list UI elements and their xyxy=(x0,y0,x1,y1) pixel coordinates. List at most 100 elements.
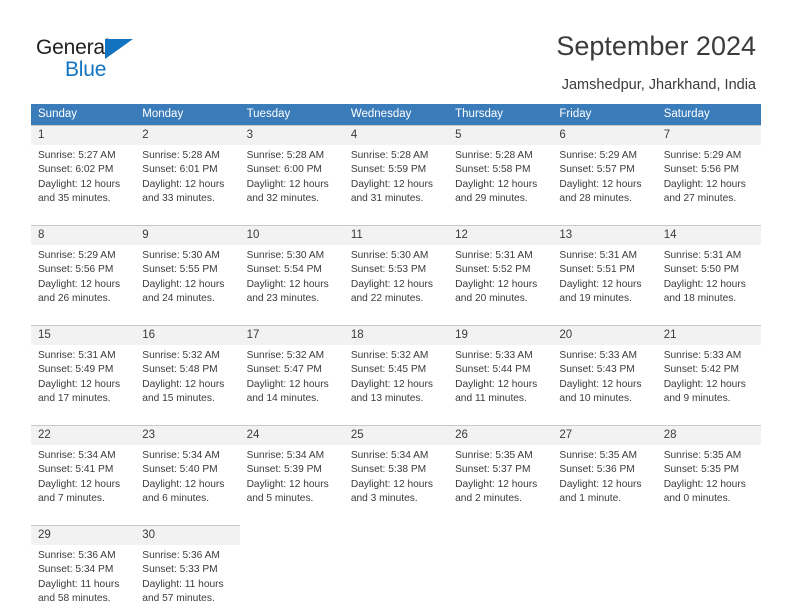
day-sunset-text: Sunset: 5:47 PM xyxy=(246,364,322,376)
day-daylight2-text: and 20 minutes. xyxy=(455,292,528,304)
logo-triangle-icon xyxy=(105,39,133,59)
calendar-day-cell[interactable]: 12 Sunrise: 5:31 AM Sunset: 5:52 PM Dayligh… xyxy=(448,225,553,315)
day-number: 29 xyxy=(31,526,136,545)
calendar-day-cell[interactable]: 1 Sunrise: 5:27 AM Sunset: 6:02 PM Daylight… xyxy=(31,125,136,215)
calendar-day-cell[interactable]: 23 Sunrise: 5:34 AM Sunset: 5:40 PM Dayligh… xyxy=(135,425,240,515)
day-daylight2-text: and 7 minutes. xyxy=(38,492,105,504)
day-sun-info xyxy=(240,545,344,555)
calendar-day-cell[interactable]: 13 Sunrise: 5:31 AM Sunset: 5:51 PM Dayligh… xyxy=(552,225,657,315)
day-sun-info xyxy=(448,545,552,555)
day-daylight2-text: and 6 minutes. xyxy=(142,492,210,504)
day-sun-info: Sunrise: 5:32 AM Sunset: 5:48 PM Daylight:… xyxy=(135,345,239,412)
calendar-day-cell[interactable]: 16 Sunrise: 5:32 AM Sunset: 5:48 PM Dayligh… xyxy=(135,325,240,415)
day-sun-info: Sunrise: 5:36 AM Sunset: 5:33 PM Daylight:… xyxy=(135,545,239,612)
day-number: 3 xyxy=(239,126,344,145)
day-daylight2-text: and 11 minutes. xyxy=(455,392,527,404)
calendar-day-cell[interactable]: 19 Sunrise: 5:33 AM Sunset: 5:44 PM Dayligh… xyxy=(448,325,553,415)
day-sunrise-text: Sunrise: 5:29 AM xyxy=(38,250,116,261)
day-sun-info: Sunrise: 5:29 AM Sunset: 5:57 PM Daylight:… xyxy=(552,145,656,212)
day-daylight2-text: and 22 minutes. xyxy=(350,292,424,304)
day-sunrise-text: Sunrise: 5:32 AM xyxy=(350,350,429,361)
day-sun-info: Sunrise: 5:28 AM Sunset: 5:59 PM Daylight:… xyxy=(344,145,448,212)
calendar-day-cell[interactable]: 6 Sunrise: 5:29 AM Sunset: 5:57 PM Daylight… xyxy=(552,125,657,215)
calendar-day-cell[interactable]: 24 Sunrise: 5:34 AM Sunset: 5:39 PM Dayligh… xyxy=(239,425,344,515)
day-daylight2-text: and 27 minutes. xyxy=(663,192,737,204)
calendar-day-cell[interactable]: 15 Sunrise: 5:31 AM Sunset: 5:49 PM Dayligh… xyxy=(31,325,136,415)
calendar-day-cell[interactable]: 20 Sunrise: 5:33 AM Sunset: 5:43 PM Dayligh… xyxy=(552,325,657,415)
day-daylight1-text: Daylight: 12 hours xyxy=(663,178,746,190)
weekday-tuesday: Tuesday xyxy=(246,108,291,120)
day-daylight1-text: Daylight: 12 hours xyxy=(246,478,329,490)
calendar-day-cell[interactable]: 3 Sunrise: 5:28 AM Sunset: 6:00 PM Daylight… xyxy=(239,125,344,215)
day-number: 4 xyxy=(343,126,449,145)
day-number: 5 xyxy=(448,126,553,145)
logo-text-blue: Blue xyxy=(65,58,107,81)
day-sunrise-text: Sunrise: 5:34 AM xyxy=(350,450,429,461)
day-sun-info: Sunrise: 5:33 AM Sunset: 5:44 PM Daylight:… xyxy=(448,345,552,412)
calendar-day-cell[interactable]: 28 Sunrise: 5:35 AM Sunset: 5:35 PM Dayligh… xyxy=(656,425,761,515)
calendar-day-cell[interactable]: 8 Sunrise: 5:29 AM Sunset: 5:56 PM Daylight… xyxy=(31,225,136,315)
calendar-day-cell[interactable]: 4 Sunrise: 5:28 AM Sunset: 5:59 PM Daylight… xyxy=(343,125,449,215)
calendar-day-cell[interactable]: 14 Sunrise: 5:31 AM Sunset: 5:50 PM Dayligh… xyxy=(656,225,761,315)
day-sunset-text: Sunset: 6:01 PM xyxy=(142,164,218,176)
day-number: 20 xyxy=(552,326,657,345)
day-sunrise-text: Sunrise: 5:29 AM xyxy=(663,150,742,161)
calendar-day-cell[interactable]: 22 Sunrise: 5:34 AM Sunset: 5:41 PM Dayligh… xyxy=(31,425,136,515)
day-number: 2 xyxy=(135,126,240,145)
calendar-day-cell-empty xyxy=(448,525,553,612)
weekday-monday: Monday xyxy=(142,108,184,120)
day-sun-info: Sunrise: 5:35 AM Sunset: 5:35 PM Daylight:… xyxy=(657,445,761,512)
day-sun-info: Sunrise: 5:34 AM Sunset: 5:39 PM Daylight:… xyxy=(240,445,344,512)
calendar-day-cell[interactable]: 18 Sunrise: 5:32 AM Sunset: 5:45 PM Dayligh… xyxy=(343,325,449,415)
calendar-day-cell[interactable]: 2 Sunrise: 5:28 AM Sunset: 6:01 PM Daylight… xyxy=(135,125,240,215)
day-sun-info: Sunrise: 5:36 AM Sunset: 5:34 PM Daylight:… xyxy=(31,545,135,612)
day-daylight2-text: and 14 minutes. xyxy=(246,392,320,404)
day-sun-info: Sunrise: 5:33 AM Sunset: 5:43 PM Daylight:… xyxy=(552,345,656,412)
calendar-week-row: 15 Sunrise: 5:31 AM Sunset: 5:49 PM Dayligh… xyxy=(31,324,761,415)
day-sunrise-text: Sunrise: 5:29 AM xyxy=(559,150,637,161)
day-sun-info: Sunrise: 5:31 AM Sunset: 5:51 PM Daylight:… xyxy=(552,245,656,312)
day-sunrise-text: Sunrise: 5:28 AM xyxy=(246,150,325,161)
day-daylight1-text: Daylight: 12 hours xyxy=(559,478,642,490)
calendar-day-cell[interactable]: 25 Sunrise: 5:34 AM Sunset: 5:38 PM Dayligh… xyxy=(343,425,449,515)
day-sunrise-text: Sunrise: 5:30 AM xyxy=(350,250,429,261)
calendar-day-cell[interactable]: 9 Sunrise: 5:30 AM Sunset: 5:55 PM Daylight… xyxy=(135,225,240,315)
calendar-day-cell[interactable]: 17 Sunrise: 5:32 AM Sunset: 5:47 PM Dayligh… xyxy=(239,325,344,415)
calendar-day-cell[interactable]: 21 Sunrise: 5:33 AM Sunset: 5:42 PM Dayligh… xyxy=(656,325,761,415)
calendar-day-cell[interactable]: 27 Sunrise: 5:35 AM Sunset: 5:36 PM Dayligh… xyxy=(552,425,657,515)
calendar-day-cell[interactable]: 7 Sunrise: 5:29 AM Sunset: 5:56 PM Daylight… xyxy=(656,125,761,215)
day-daylight2-text: and 32 minutes. xyxy=(246,192,320,204)
day-sunrise-text: Sunrise: 5:35 AM xyxy=(559,450,637,461)
calendar-week-row: 8 Sunrise: 5:29 AM Sunset: 5:56 PM Daylight… xyxy=(31,224,761,315)
day-sunrise-text: Sunrise: 5:35 AM xyxy=(455,450,533,461)
day-daylight1-text: Daylight: 12 hours xyxy=(350,178,433,190)
day-daylight1-text: Daylight: 12 hours xyxy=(142,278,225,290)
day-daylight2-text: and 35 minutes. xyxy=(38,192,111,204)
calendar-day-cell[interactable]: 30 Sunrise: 5:36 AM Sunset: 5:33 PM Dayligh… xyxy=(135,525,240,612)
day-daylight2-text: and 24 minutes. xyxy=(142,292,215,304)
calendar-day-cell[interactable]: 10 Sunrise: 5:30 AM Sunset: 5:54 PM Dayligh… xyxy=(239,225,344,315)
day-number xyxy=(656,526,761,545)
calendar-day-cell[interactable]: 26 Sunrise: 5:35 AM Sunset: 5:37 PM Dayligh… xyxy=(448,425,553,515)
day-number: 1 xyxy=(31,126,136,145)
day-number: 14 xyxy=(656,226,761,245)
calendar-day-cell[interactable]: 5 Sunrise: 5:28 AM Sunset: 5:58 PM Daylight… xyxy=(448,125,553,215)
day-sunset-text: Sunset: 5:54 PM xyxy=(246,264,322,276)
day-daylight1-text: Daylight: 12 hours xyxy=(455,378,538,390)
day-sun-info xyxy=(657,545,761,555)
weekday-saturday: Saturday xyxy=(663,108,710,120)
day-sunset-text: Sunset: 5:55 PM xyxy=(142,264,218,276)
day-sun-info: Sunrise: 5:30 AM Sunset: 5:54 PM Daylight:… xyxy=(240,245,344,312)
day-sun-info: Sunrise: 5:30 AM Sunset: 5:55 PM Daylight:… xyxy=(135,245,239,312)
day-sun-info: Sunrise: 5:28 AM Sunset: 5:58 PM Daylight:… xyxy=(448,145,552,212)
day-sun-info: Sunrise: 5:35 AM Sunset: 5:37 PM Daylight:… xyxy=(448,445,552,512)
day-number: 21 xyxy=(656,326,761,345)
day-number: 16 xyxy=(135,326,240,345)
day-daylight2-text: and 17 minutes. xyxy=(38,392,111,404)
day-sunset-text: Sunset: 5:52 PM xyxy=(455,264,531,276)
calendar-day-cell[interactable]: 29 Sunrise: 5:36 AM Sunset: 5:34 PM Dayligh… xyxy=(31,525,136,612)
calendar-day-cell[interactable]: 11 Sunrise: 5:30 AM Sunset: 5:53 PM Dayligh… xyxy=(343,225,449,315)
calendar-day-cell-empty xyxy=(343,525,449,612)
day-sunset-text: Sunset: 5:51 PM xyxy=(559,264,635,276)
day-daylight1-text: Daylight: 12 hours xyxy=(38,278,121,290)
